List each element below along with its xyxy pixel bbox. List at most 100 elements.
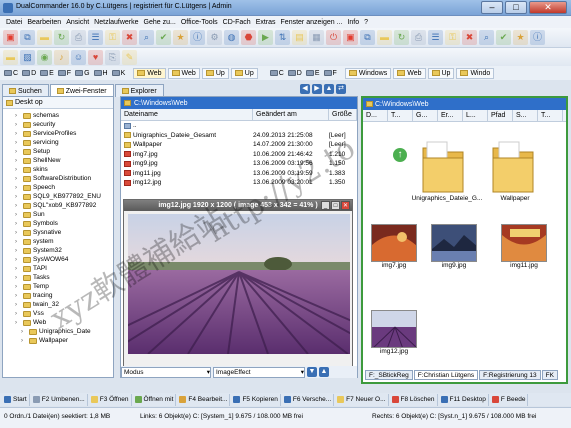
tree-item[interactable]: › Wallpaper	[3, 336, 113, 345]
tree-item[interactable]: › Sysnative	[3, 228, 113, 237]
tree-item[interactable]: › Symbols	[3, 219, 113, 228]
folder-shortcut[interactable]: Up	[427, 67, 455, 79]
right-tab[interactable]: FK	[541, 370, 558, 380]
effect-select[interactable]: ImageEffect ▾	[213, 366, 305, 378]
right-col-header[interactable]: G...	[413, 110, 438, 121]
folder-shortcut[interactable]: Web	[133, 67, 166, 79]
preview-min-icon[interactable]: _	[321, 201, 330, 210]
menu-item[interactable]: Netzlaufwerke	[94, 19, 138, 26]
right-tab[interactable]: F:_SBtickReg	[365, 370, 413, 380]
tree-item[interactable]: › Setup	[3, 147, 113, 156]
function-key-button[interactable]: F2 Umbenen...	[31, 393, 88, 406]
right-col-header[interactable]: T...	[388, 110, 413, 121]
heart-icon[interactable]: ♥	[88, 50, 103, 65]
info-icon[interactable]: ⓘ	[530, 30, 545, 45]
file-row[interactable]: Unigraphics_Dateie_Gesamt 24.09.2013 21:2…	[121, 131, 357, 141]
tree-item[interactable]: › schemas	[3, 111, 113, 120]
expand-icon[interactable]: ›	[21, 338, 27, 344]
image-preview-window[interactable]: img12.jpg 1920 x 1200 ( image 453 x 342 …	[123, 199, 353, 369]
mode-select[interactable]: Modus ▾	[121, 366, 211, 378]
stop-icon[interactable]: ⬣	[241, 30, 256, 45]
next-image-icon[interactable]: ▲	[319, 367, 329, 377]
tree-item[interactable]: › SQL"xob9_KB977892	[3, 201, 113, 210]
print-icon[interactable]: ⎙	[71, 30, 86, 45]
expand-icon[interactable]: ›	[15, 113, 21, 119]
menu-item[interactable]: Extras	[256, 19, 276, 26]
folder-shortcut[interactable]: Web	[393, 67, 426, 79]
image-thumb[interactable]: img9.jpg	[431, 224, 477, 269]
new-window-icon[interactable]: ▣	[343, 30, 358, 45]
folder-icon[interactable]: ▬	[37, 30, 52, 45]
file-row[interactable]: img12.jpg 13.06.2009 03:20:01 1.350	[121, 178, 357, 188]
file-row[interactable]: img9.jpg 13.06.2009 03:19:56 1.150	[121, 159, 357, 169]
delete-icon[interactable]: ✖	[462, 30, 477, 45]
refresh-icon[interactable]: ↻	[394, 30, 409, 45]
tree-item[interactable]: › Temp	[3, 282, 113, 291]
view-icon[interactable]: ☰	[88, 30, 103, 45]
right-tab[interactable]: F:Christian Lütgens	[413, 370, 479, 380]
tree-item[interactable]: › Vss	[3, 309, 113, 318]
close-button[interactable]: ✕	[529, 1, 567, 14]
image-thumb[interactable]: img11.jpg	[501, 224, 547, 269]
expand-icon[interactable]: ›	[15, 194, 21, 200]
tree-item[interactable]: › Unigraphics_Date	[3, 327, 113, 336]
tree-item[interactable]: › System32	[3, 246, 113, 255]
drive-button[interactable]: G	[75, 70, 90, 77]
menu-item[interactable]: CD-Fach	[223, 19, 251, 26]
tree-item[interactable]: › servicing	[3, 138, 113, 147]
function-key-button[interactable]: F7 Neuer O...	[335, 393, 389, 406]
folder-shortcut[interactable]: Up	[230, 67, 258, 79]
expand-icon[interactable]: ›	[15, 311, 21, 317]
ftp-icon[interactable]: ⇅	[275, 30, 290, 45]
window-titlebar[interactable]: DualCommander 16.0 by C.Lütgens | regist…	[0, 0, 571, 16]
expand-icon[interactable]: ›	[15, 167, 21, 173]
tree-item[interactable]: › TAPI	[3, 264, 113, 273]
back-arrow-icon[interactable]: ◀	[300, 84, 310, 94]
tree-item[interactable]: › ServiceProfiles	[3, 129, 113, 138]
tree-item[interactable]: › system	[3, 237, 113, 246]
expand-icon[interactable]: ›	[15, 302, 21, 308]
lock-icon[interactable]: ⚿	[445, 30, 460, 45]
drive-button[interactable]: C	[269, 70, 284, 77]
right-path-bar[interactable]: C:\Windows\Web	[363, 98, 566, 110]
play-icon[interactable]: ▶	[258, 30, 273, 45]
check-icon[interactable]: ✔	[156, 30, 171, 45]
drive-button[interactable]: F	[323, 70, 337, 77]
expand-icon[interactable]: ›	[15, 203, 21, 209]
globe-icon[interactable]: ◍	[224, 30, 239, 45]
function-key-button[interactable]: Öffnen mit	[133, 393, 177, 406]
up-arrow-icon[interactable]: ↑	[393, 148, 407, 162]
function-key-button[interactable]: F3 Öffnen	[89, 393, 132, 406]
expand-icon[interactable]: ›	[15, 230, 21, 236]
right-col-header[interactable]: L...	[463, 110, 488, 121]
settings-icon[interactable]: ⚙	[207, 30, 222, 45]
file-row[interactable]: img11.jpg 13.06.2009 03:19:59 1.383	[121, 169, 357, 179]
drive-button[interactable]: K	[111, 70, 125, 77]
expand-icon[interactable]: ›	[15, 212, 21, 218]
prev-image-icon[interactable]: ▼	[307, 367, 317, 377]
right-col-header[interactable]: T...	[538, 110, 563, 121]
file-row[interactable]: Wallpaper 14.07.2009 21:30:00 [Leer]	[121, 140, 357, 150]
maximize-button[interactable]: □	[505, 1, 527, 14]
right-tab[interactable]: F:Registrierung 13	[479, 370, 541, 380]
menu-item[interactable]: ?	[364, 19, 368, 26]
folder-shortcut[interactable]: Up	[201, 67, 229, 79]
function-key-button[interactable]: F5 Kopieren	[231, 393, 281, 406]
search-icon[interactable]: ⌕	[479, 30, 494, 45]
delete-icon[interactable]: ✖	[122, 30, 137, 45]
expand-icon[interactable]: ›	[21, 329, 27, 335]
image-thumb[interactable]: img12.jpg	[371, 310, 417, 355]
tree-item[interactable]: › SysWOW64	[3, 255, 113, 264]
expand-icon[interactable]: ›	[15, 320, 21, 326]
col-date[interactable]: Geändert am	[253, 109, 329, 120]
folder-thumb[interactable]	[421, 138, 465, 194]
menu-item[interactable]: Gehe zu...	[144, 19, 176, 26]
folder-icon[interactable]: ▬	[377, 30, 392, 45]
tree-item[interactable]: › twain_32	[3, 300, 113, 309]
folder-shortcut[interactable]: Web	[167, 67, 200, 79]
menu-item[interactable]: Fenster anzeigen ...	[281, 19, 343, 26]
image-icon[interactable]: ▨	[20, 50, 35, 65]
image-thumb[interactable]: img7.jpg	[371, 224, 417, 269]
drive-button[interactable]: D	[22, 70, 36, 77]
edit-icon[interactable]: ✎	[122, 50, 137, 65]
